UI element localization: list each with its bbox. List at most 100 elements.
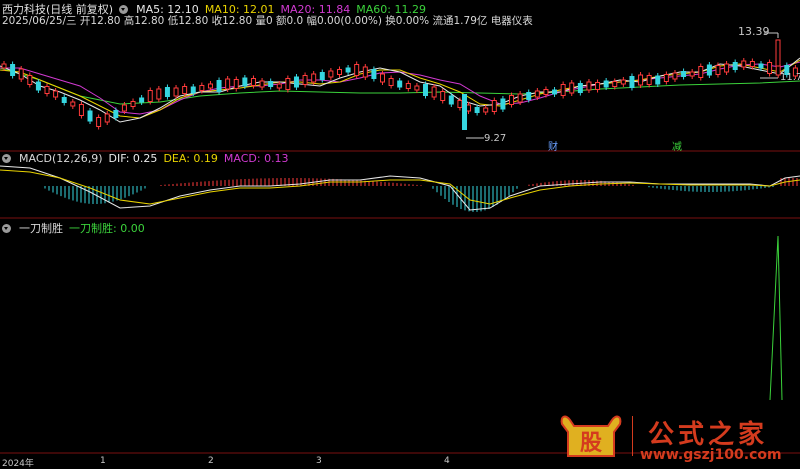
candle-body	[61, 97, 67, 103]
candle-body	[18, 68, 24, 80]
candle-body	[182, 86, 188, 94]
candle-body	[87, 110, 93, 122]
candle-body	[268, 81, 274, 87]
candle-body	[775, 39, 781, 67]
candle-body	[319, 72, 325, 80]
candle-body	[758, 63, 764, 69]
candle-body	[328, 70, 334, 78]
candle-body	[1, 63, 7, 69]
candle-body	[354, 64, 360, 76]
reduce-marker[interactable]: 减	[672, 138, 682, 153]
candle-body	[242, 77, 248, 87]
candle-body	[741, 60, 747, 68]
candle-body	[672, 72, 678, 80]
candle-body	[53, 90, 59, 98]
candle-body	[44, 86, 50, 94]
candle-body	[552, 89, 558, 95]
candle-body	[462, 94, 467, 130]
candle-body	[121, 104, 127, 112]
candle-body	[526, 92, 532, 100]
candle-body	[156, 88, 162, 100]
candle-body	[130, 101, 136, 107]
candle-body	[577, 83, 583, 93]
candle-body	[173, 87, 179, 97]
watermark-divider	[632, 416, 633, 456]
candle-body	[207, 83, 213, 89]
candle-body	[405, 83, 411, 89]
finance-marker[interactable]: 财	[548, 138, 558, 153]
candle-body	[698, 66, 704, 78]
high-price-label: 13.39	[738, 25, 770, 38]
candle-body	[646, 75, 652, 85]
candle-body	[543, 89, 549, 95]
candle-body	[655, 75, 661, 85]
candle-body	[233, 79, 239, 89]
candle-body	[379, 73, 385, 83]
candle-body	[586, 81, 592, 91]
candle-body	[78, 104, 84, 116]
candle-body	[431, 86, 437, 98]
candle-body	[517, 93, 523, 103]
candle-body	[113, 110, 119, 118]
candle-body	[293, 76, 299, 88]
candle-body	[388, 78, 394, 86]
candle-body	[767, 62, 773, 74]
candle-body	[534, 90, 540, 98]
candle-body	[500, 98, 506, 110]
candle-body	[474, 107, 480, 113]
candle-body	[35, 81, 41, 91]
candle-body	[595, 82, 601, 90]
candle-body	[139, 97, 145, 103]
date-tick: 2024年	[2, 459, 34, 469]
candle-body	[147, 90, 153, 102]
signal-title[interactable]: 一刀制胜	[19, 220, 63, 236]
low-price-label: 9.27	[484, 133, 507, 144]
candle-body	[466, 104, 472, 112]
candle-body	[336, 69, 342, 75]
date-tick: 4	[444, 456, 450, 466]
candle-body	[638, 74, 644, 86]
date-axis: 2024年 1 2 3 4	[0, 456, 800, 469]
date-tick: 2	[208, 456, 214, 466]
candle-body	[663, 74, 669, 82]
candle-body	[689, 71, 695, 77]
candle-body	[724, 63, 730, 73]
candle-body	[448, 95, 454, 105]
logo-char: 股	[580, 430, 602, 456]
candle-body	[302, 75, 308, 85]
candle-body	[216, 80, 222, 92]
macd-header: MACD(12,26,9) DIF: 0.25 DEA: 0.19 MACD: …	[2, 152, 289, 165]
dea-label: DEA: 0.19	[163, 152, 218, 165]
candle-body	[560, 84, 566, 96]
candle-body	[276, 83, 282, 89]
signal-dropdown-icon[interactable]	[2, 223, 11, 233]
candle-body	[199, 85, 205, 91]
candle-body	[414, 85, 420, 91]
macd-title[interactable]: MACD(12,26,9)	[19, 152, 103, 165]
candle-body	[681, 71, 687, 77]
candle-body	[629, 76, 635, 88]
candle-body	[250, 78, 256, 86]
candle-body	[70, 101, 76, 107]
candle-body	[190, 86, 196, 94]
candle-body	[732, 62, 738, 70]
right-price-label: 11.75	[780, 72, 800, 83]
candle-body	[569, 82, 575, 94]
candle-body	[620, 79, 626, 85]
candle-body	[509, 95, 515, 105]
candle-body	[423, 84, 429, 96]
candle-body	[612, 81, 618, 87]
candle-body	[225, 78, 231, 90]
candle-body	[104, 113, 110, 123]
candle-body	[483, 107, 489, 113]
candle-body	[96, 117, 102, 127]
candle-body	[164, 87, 170, 97]
candle-body	[491, 100, 497, 112]
candle-body	[27, 75, 33, 85]
macd-dropdown-icon[interactable]	[2, 154, 11, 163]
candle-body	[371, 69, 377, 79]
dif-label: DIF: 0.25	[108, 152, 158, 165]
candle-body	[749, 61, 755, 67]
candle-body	[715, 65, 721, 75]
watermark-name: 公式之家	[648, 420, 769, 450]
